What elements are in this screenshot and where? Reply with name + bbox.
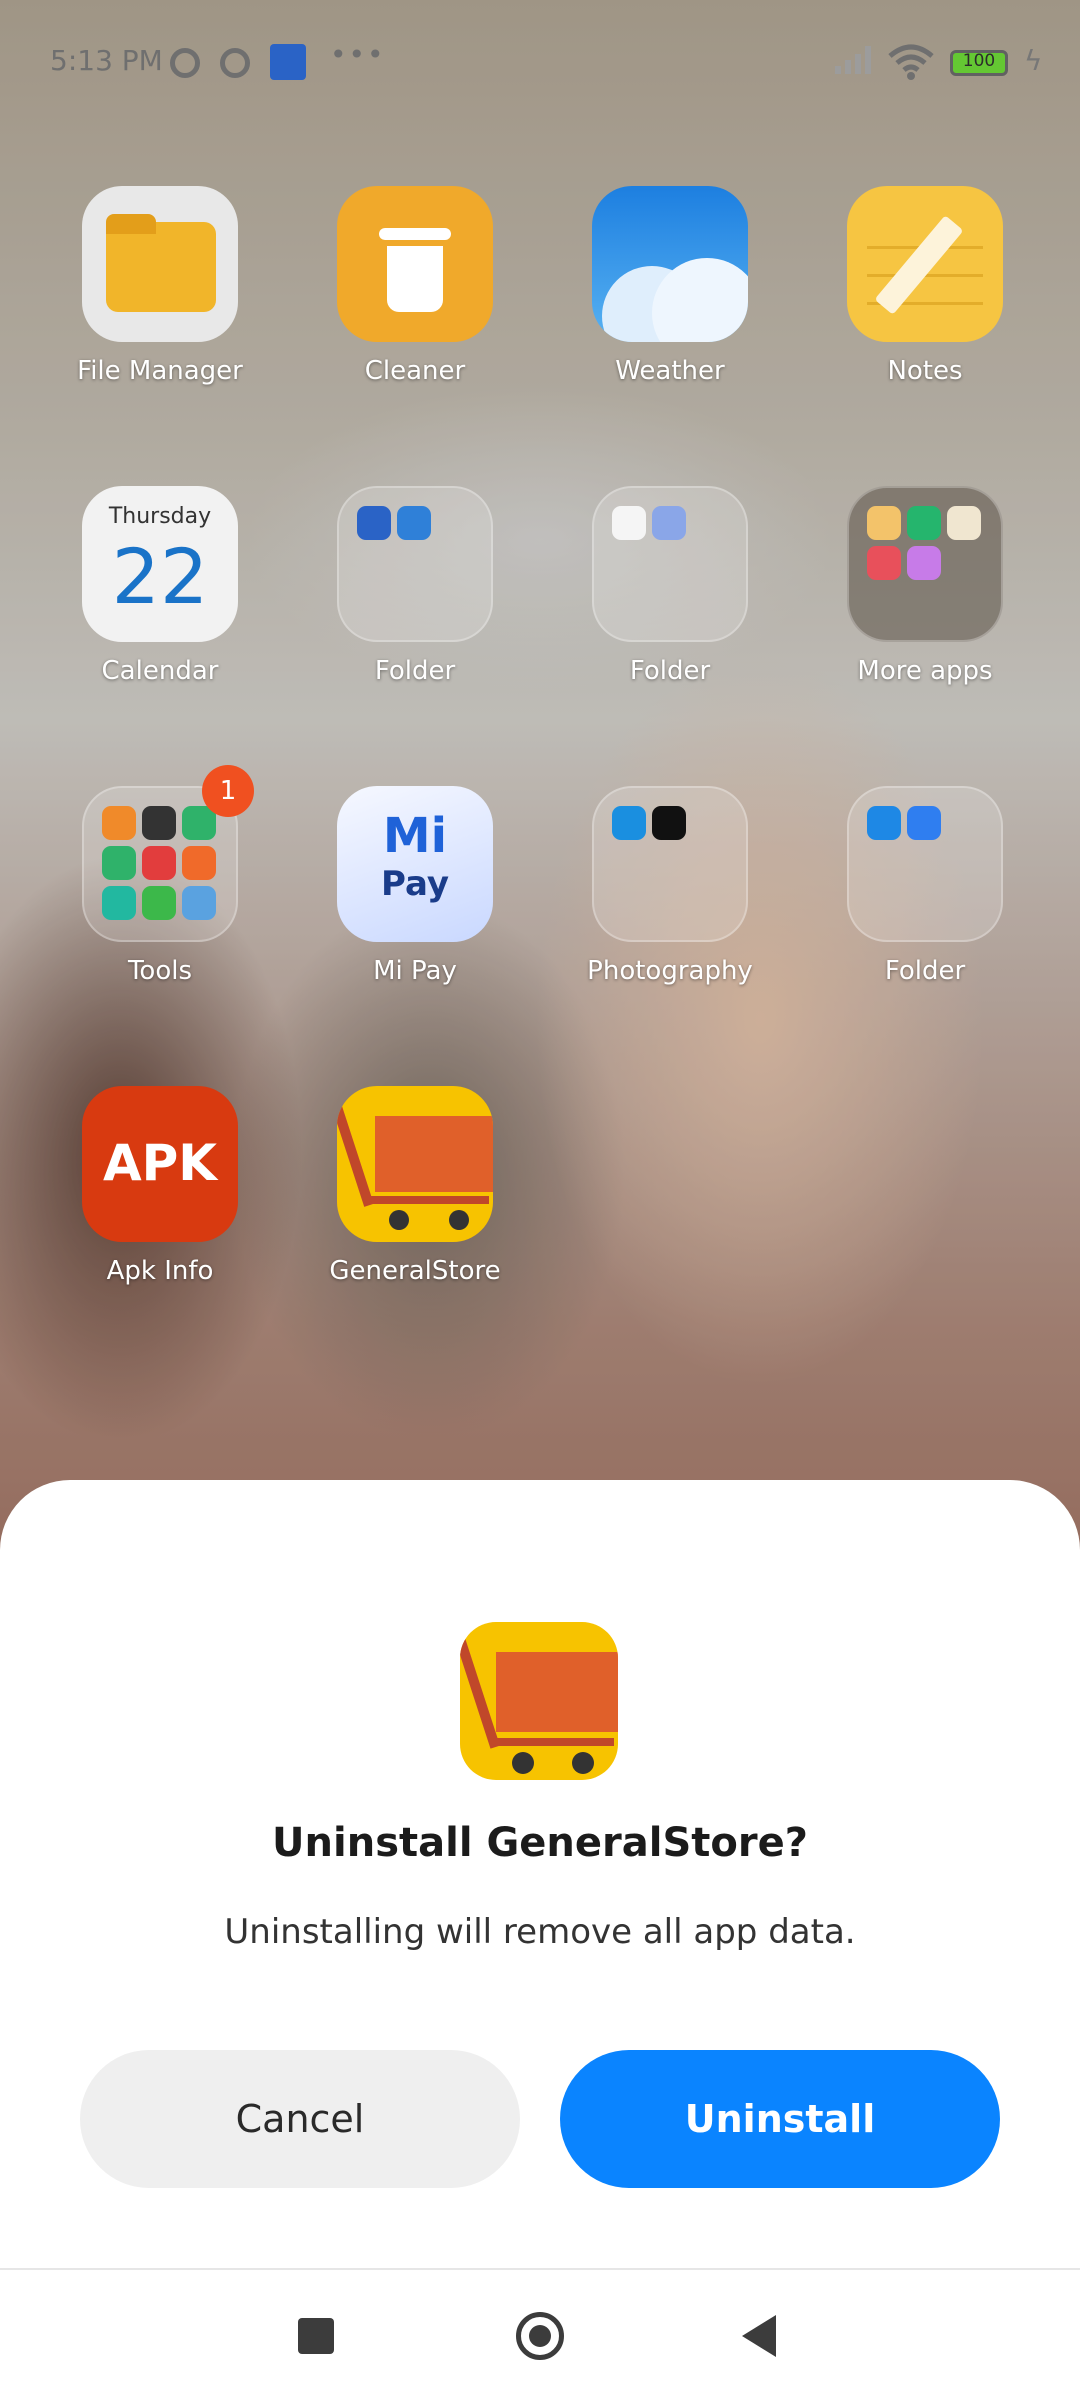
mini-app-icon (142, 886, 176, 920)
mi-pay-icon: Mi Pay (337, 786, 493, 942)
app-label: Weather (615, 356, 725, 386)
divider (0, 2268, 1080, 2270)
trash-icon (337, 186, 493, 342)
app-calendar[interactable]: Thursday 22 Calendar (50, 486, 270, 686)
app-label: Folder (884, 956, 966, 986)
home-icon[interactable] (516, 2312, 564, 2360)
app-label: Folder (629, 656, 711, 686)
folder-tile (337, 486, 493, 642)
mini-app-icon (612, 506, 646, 540)
folder-tile (847, 486, 1003, 642)
app-label: Calendar (101, 656, 219, 686)
mini-app-icon (142, 806, 176, 840)
app-notes[interactable]: Notes (815, 186, 1035, 386)
app-label: GeneralStore (329, 1256, 501, 1286)
mini-app-icon (612, 806, 646, 840)
folder-tools[interactable]: Tools (50, 786, 270, 986)
folder-more-apps[interactable]: More apps (815, 486, 1035, 686)
app-label: Tools (127, 956, 193, 986)
calendar-day: Thursday (108, 504, 212, 529)
signal-icon (835, 44, 875, 74)
notification-icon (170, 48, 200, 78)
dialog-title: Uninstall GeneralStore? (272, 1820, 808, 1866)
uninstall-button[interactable]: Uninstall (560, 2050, 1000, 2188)
mini-app-icon (102, 806, 136, 840)
mini-app-icon (867, 506, 901, 540)
mini-app-icon (397, 506, 431, 540)
mini-app-icon (182, 846, 216, 880)
status-bar: 5:13 PM ••• 100 ϟ (0, 0, 1080, 128)
folder-icon (82, 186, 238, 342)
shopping-cart-icon (337, 1086, 493, 1242)
notification-badge: 1 (202, 765, 254, 817)
app-label: Apk Info (106, 1256, 214, 1286)
calendar-icon: Thursday 22 (82, 486, 238, 642)
apk-icon: APK (82, 1086, 238, 1242)
mini-app-icon (142, 846, 176, 880)
app-cleaner[interactable]: Cleaner (305, 186, 525, 386)
battery-icon: 100 (950, 50, 1008, 76)
status-time: 5:13 PM (50, 44, 163, 77)
folder-1[interactable]: Folder (305, 486, 525, 686)
more-notifications-icon: ••• (330, 38, 386, 71)
folder-photography[interactable]: Photography (560, 786, 780, 986)
mini-app-icon (867, 806, 901, 840)
app-label: Photography (587, 956, 753, 986)
mini-app-icon (867, 546, 901, 580)
app-label: More apps (857, 656, 993, 686)
mini-app-icon (652, 506, 686, 540)
folder-tile (847, 786, 1003, 942)
app-generalstore[interactable]: GeneralStore (305, 1086, 525, 1286)
app-label: Cleaner (364, 356, 466, 386)
mini-app-icon (102, 846, 136, 880)
pencil-icon (847, 186, 1003, 342)
mini-app-icon (652, 806, 686, 840)
folder-3[interactable]: Folder (815, 786, 1035, 986)
app-weather[interactable]: Weather (560, 186, 780, 386)
mini-app-icon (102, 886, 136, 920)
app-file-manager[interactable]: File Manager (50, 186, 270, 386)
app-apk-info[interactable]: APK Apk Info (50, 1086, 270, 1286)
cloud-icon (592, 186, 748, 342)
mini-app-icon (907, 806, 941, 840)
shopping-cart-icon (460, 1622, 618, 1780)
mini-app-icon (907, 546, 941, 580)
app-label: Notes (887, 356, 963, 386)
app-label: Mi Pay (373, 956, 457, 986)
folder-tile (592, 786, 748, 942)
app-mi-pay[interactable]: Mi Pay Mi Pay (305, 786, 525, 986)
cancel-button[interactable]: Cancel (80, 2050, 520, 2188)
dialog-message: Uninstalling will remove all app data. (224, 1912, 856, 1952)
back-icon[interactable] (742, 2315, 776, 2357)
mini-app-icon (947, 506, 981, 540)
app-label: File Manager (77, 356, 243, 386)
battery-level: 100 (962, 51, 996, 71)
folder-tile (592, 486, 748, 642)
wifi-icon (888, 44, 934, 80)
app-label: Folder (374, 656, 456, 686)
notification-icon (220, 48, 250, 78)
mini-app-icon (357, 506, 391, 540)
recents-icon[interactable] (298, 2318, 334, 2354)
mini-app-icon (907, 506, 941, 540)
calendar-date: 22 (111, 532, 209, 621)
mini-app-icon (182, 886, 216, 920)
news-app-icon (270, 44, 306, 80)
folder-2[interactable]: Folder (560, 486, 780, 686)
charging-icon: ϟ (1024, 44, 1043, 77)
